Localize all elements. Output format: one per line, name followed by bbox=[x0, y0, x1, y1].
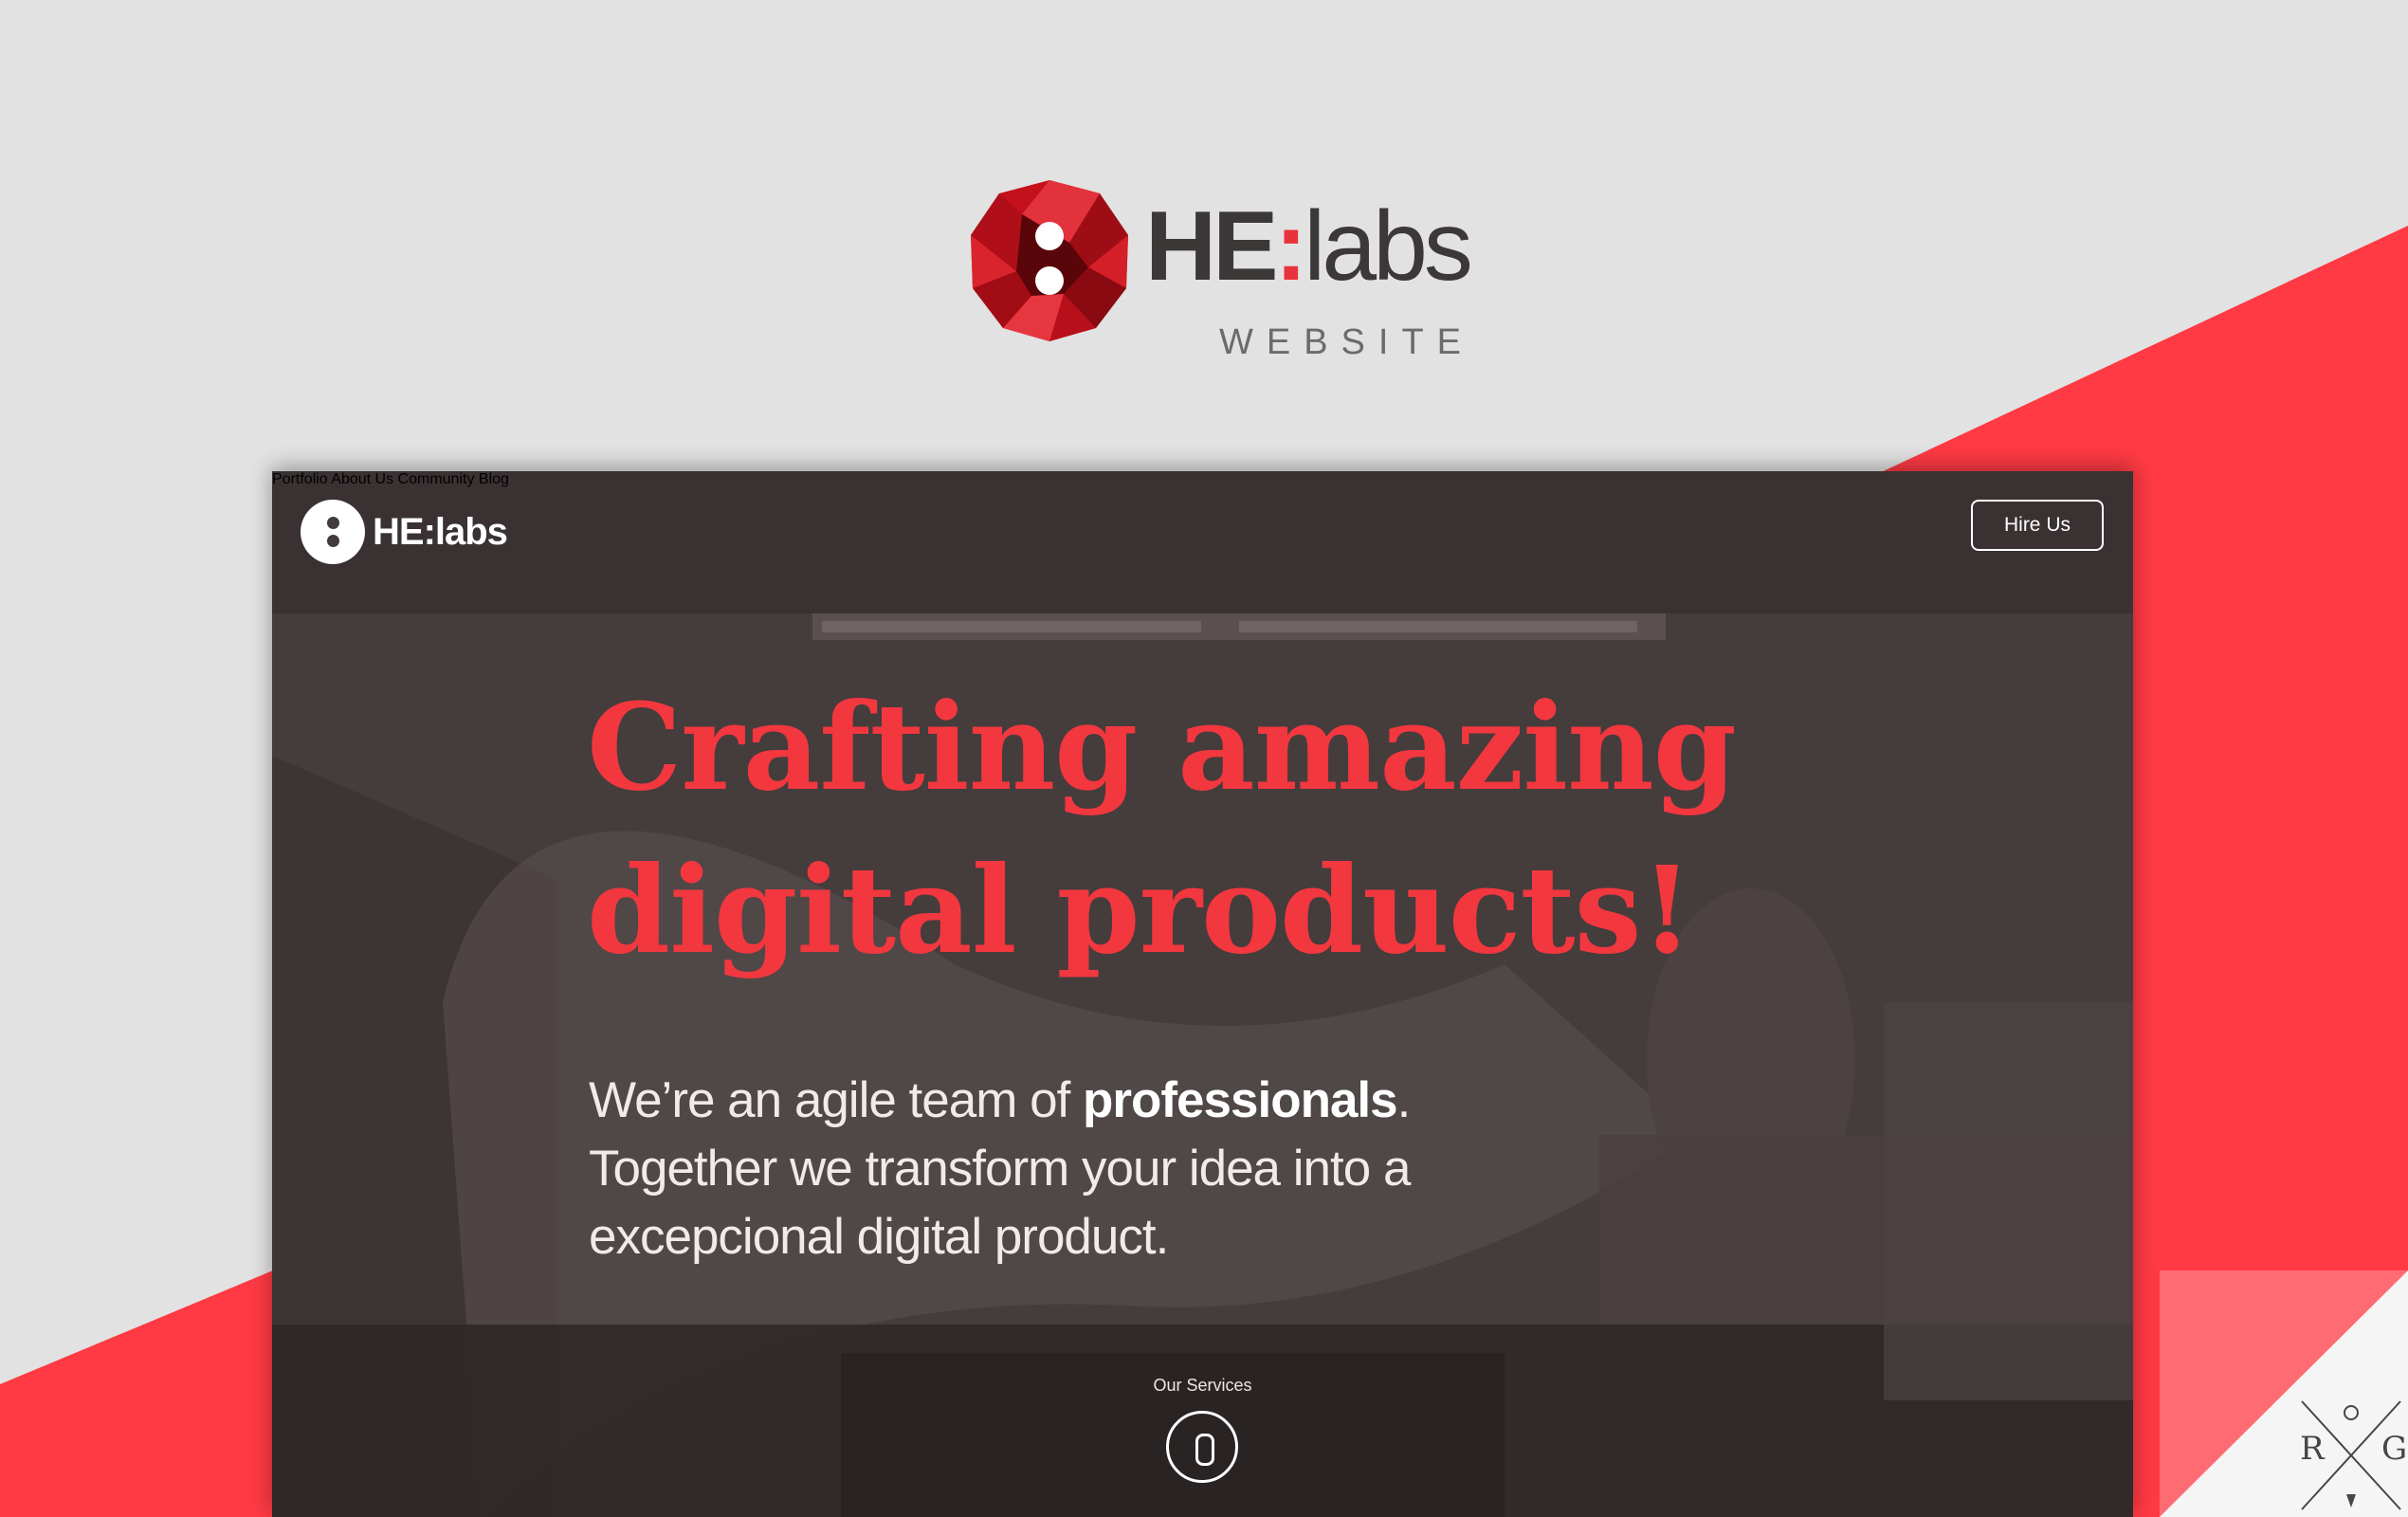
nav-blog[interactable]: Blog bbox=[479, 471, 509, 487]
hero-intro-line-2: Together we transform your idea into a bbox=[589, 1141, 1411, 1197]
site-logo-text: HE:labs bbox=[373, 511, 508, 553]
hero-intro: We’re an agile team of professionals. To… bbox=[589, 1067, 1632, 1271]
our-services-label: Our Services bbox=[1153, 1376, 1252, 1395]
corner-mark-right-letter: G bbox=[2381, 1430, 2408, 1468]
nav-community[interactable]: Community bbox=[398, 471, 475, 487]
presentation-brand-name: HE:labs bbox=[1145, 192, 1473, 302]
helabs-gem-icon bbox=[971, 180, 1128, 341]
hero-intro-line-1: We’re an agile team of professionals. bbox=[589, 1072, 1411, 1128]
site-header: HE:labs Portfolio About Us Community Blo… bbox=[272, 471, 2133, 585]
author-mark: R G bbox=[2294, 1392, 2408, 1517]
office-background-photo bbox=[272, 471, 2133, 1517]
corner-mark-left-letter: R bbox=[2300, 1430, 2325, 1468]
website-mockup: HE:labs Portfolio About Us Community Blo… bbox=[272, 471, 2133, 1517]
helabs-logo-icon bbox=[301, 500, 365, 564]
mouse-icon bbox=[1195, 1434, 1214, 1466]
nav-about-us[interactable]: About Us bbox=[331, 471, 393, 487]
presentation-logo: HE:labs WEBSITE bbox=[965, 176, 1473, 362]
presentation-subtitle: WEBSITE bbox=[1219, 322, 1475, 362]
scroll-down-button[interactable] bbox=[1166, 1411, 1238, 1483]
hero-intro-line-3: excepcional digital product. bbox=[589, 1209, 1169, 1265]
site-logo[interactable]: HE:labs bbox=[301, 500, 509, 568]
hero-intro-highlight: professionals bbox=[1083, 1072, 1398, 1128]
hero-headline-line-2: digital products! bbox=[587, 840, 1693, 980]
hire-us-button[interactable]: Hire Us bbox=[1971, 500, 2104, 551]
nav-portfolio[interactable]: Portfolio bbox=[272, 471, 328, 487]
hero-headline: Crafting amazing digital products! bbox=[587, 666, 2009, 992]
hero-headline-line-1: Crafting amazing bbox=[587, 677, 1737, 817]
main-nav: Portfolio About Us Community Blog bbox=[272, 471, 2133, 488]
